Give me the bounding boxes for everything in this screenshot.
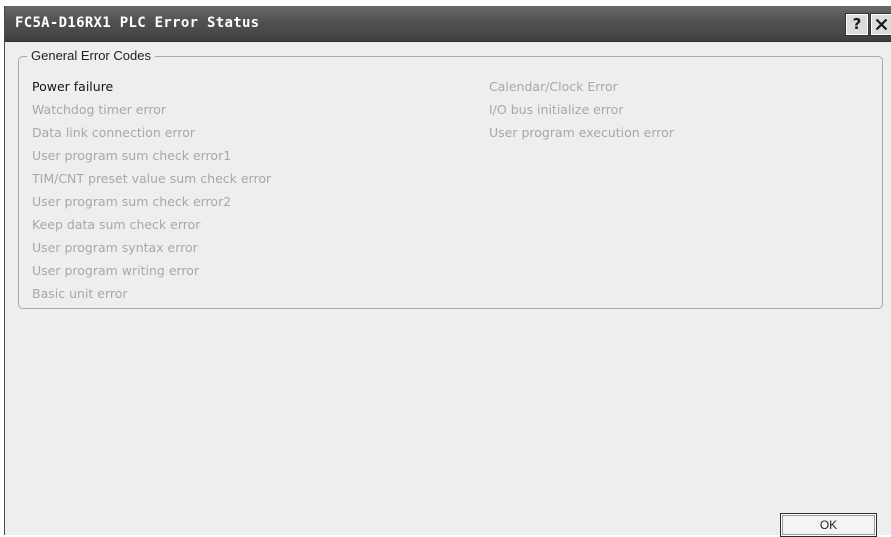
error-item: Data link connection error — [32, 125, 196, 140]
error-item: Calendar/Clock Error — [489, 79, 618, 94]
help-icon: ? — [852, 15, 862, 33]
error-item: User program syntax error — [32, 240, 198, 255]
error-list-left: Power failure Watchdog timer error Data li… — [32, 75, 271, 305]
error-item: Basic unit error — [32, 286, 128, 301]
title-bar[interactable]: FC5A-D16RX1 PLC Error Status ? — [5, 6, 891, 42]
error-item: User program writing error — [32, 263, 200, 278]
group-label: General Error Codes — [27, 48, 155, 64]
general-error-codes-group: General Error Codes Power failure Watchdo… — [18, 48, 883, 309]
error-item: I/O bus initialize error — [489, 102, 624, 117]
ok-button[interactable]: OK — [780, 513, 877, 537]
window-title: FC5A-D16RX1 PLC Error Status — [15, 15, 260, 31]
help-button[interactable]: ? — [846, 14, 868, 35]
error-list-right: Calendar/Clock Error I/O bus initialize e… — [489, 75, 674, 144]
error-item: Power failure — [32, 79, 114, 94]
error-item: User program sum check error1 — [32, 148, 232, 163]
error-item: Keep data sum check error — [32, 217, 201, 232]
error-item: TIM/CNT preset value sum check error — [32, 171, 272, 186]
error-item: Watchdog timer error — [32, 102, 167, 117]
close-button[interactable] — [871, 14, 891, 35]
close-icon — [875, 18, 888, 31]
error-item: User program sum check error2 — [32, 194, 232, 209]
error-item: User program execution error — [489, 125, 674, 140]
